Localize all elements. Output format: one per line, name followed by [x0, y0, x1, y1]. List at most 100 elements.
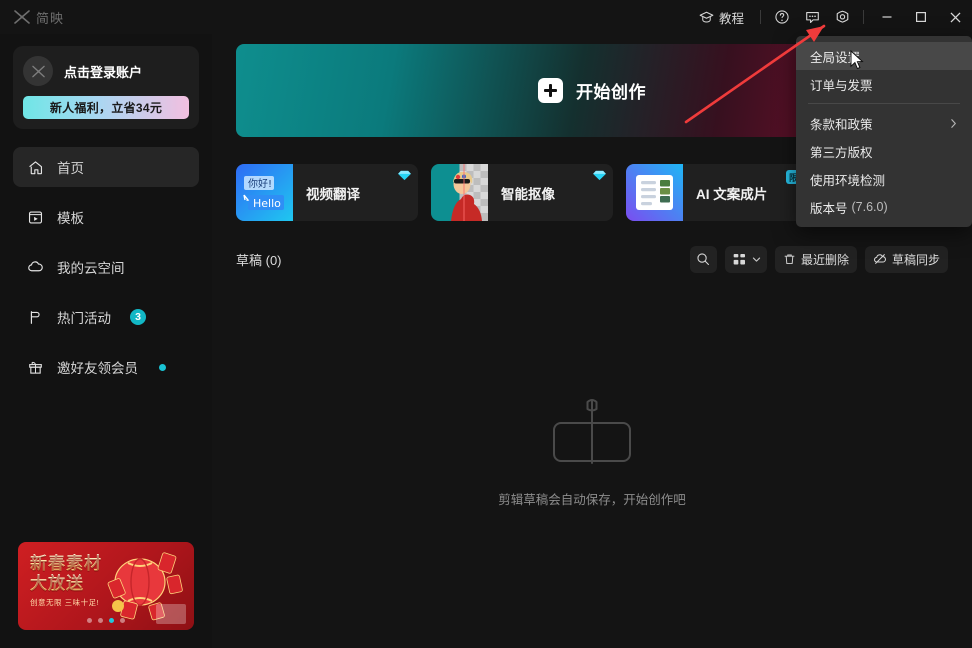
app-title: 简映: [36, 10, 65, 26]
search-button[interactable]: [689, 245, 717, 273]
sidebar-item-label: 热门活动: [57, 311, 111, 326]
graduation-cap-icon: [699, 11, 714, 22]
invite-dot-badge: [159, 363, 166, 371]
menu-item-third-party-copyright[interactable]: 第三方版权: [796, 137, 972, 165]
settings-button[interactable]: [827, 0, 857, 34]
login-label: 点击登录账户: [64, 64, 143, 80]
recently-deleted-label: 最近删除: [800, 252, 849, 267]
jianying-logo-icon: [14, 10, 30, 24]
carousel-dot[interactable]: [87, 618, 92, 623]
sidebar-item-activity[interactable]: 热门活动 3: [13, 297, 199, 337]
feature-cards: 你好! Hello 视频翻译 智能抠像 AI 文案成片 限: [236, 164, 808, 221]
trash-icon: [784, 254, 795, 264]
carousel-dot[interactable]: [120, 618, 125, 623]
sidebar-item-label: 首页: [57, 161, 84, 176]
maximize-button[interactable]: [904, 0, 938, 34]
search-icon: [697, 253, 710, 265]
draft-sync-label: 草稿同步: [891, 252, 940, 267]
promo-subtitle: 创意无限 三味十足!: [30, 598, 100, 607]
titlebar-divider-2: [863, 10, 864, 24]
template-icon: [27, 209, 44, 226]
feature-card-label: 智能抠像: [501, 186, 555, 202]
menu-item-global-settings[interactable]: 全局设置: [796, 42, 972, 70]
titlebar-actions: 教程: [689, 0, 972, 34]
feature-card-ai-script[interactable]: AI 文案成片 限: [626, 164, 808, 221]
promo-title: 新春素材 大放送: [30, 554, 102, 594]
minimize-icon: [882, 16, 892, 18]
lantern-art-icon: [107, 552, 186, 624]
feature-card-video-translate[interactable]: 你好! Hello 视频翻译: [236, 164, 418, 221]
sidebar: 点击登录账户 新人福利，立省34元 首页 模板 我的云空间 热门活动 3 邀好友…: [0, 34, 212, 648]
sidebar-item-label: 模板: [57, 211, 84, 226]
sidebar-item-template[interactable]: 模板: [13, 197, 199, 237]
menu-item-label: 第三方版权: [810, 145, 873, 160]
sidebar-item-invite[interactable]: 邀好友领会员: [13, 347, 199, 387]
menu-item-orders-invoices[interactable]: 订单与发票: [796, 70, 972, 98]
drafts-toolbar: 草稿 (0) 最近删除 草稿同步: [236, 245, 948, 273]
sidebar-item-home[interactable]: 首页: [13, 147, 199, 187]
help-button[interactable]: [767, 0, 797, 34]
drafts-actions: 最近删除 草稿同步: [689, 245, 948, 273]
feature-card-label: 视频翻译: [306, 186, 360, 202]
hello-translate-thumb: 你好! Hello: [236, 164, 293, 221]
carousel-dot-active[interactable]: [109, 618, 114, 623]
feedback-button[interactable]: [797, 0, 827, 34]
flag-icon: [27, 309, 44, 326]
start-creating-cta[interactable]: 开始创作: [538, 78, 646, 103]
close-button[interactable]: [938, 0, 972, 34]
promo-title-line2: 大放送: [30, 574, 102, 594]
svg-text:Hello: Hello: [253, 197, 281, 210]
ai-script-thumb: [626, 164, 683, 221]
menu-item-version[interactable]: 版本号 (7.6.0): [796, 193, 972, 221]
menu-item-environment-check[interactable]: 使用环境检测: [796, 165, 972, 193]
chevron-right-icon: [951, 118, 956, 128]
recently-deleted-button[interactable]: 最近删除: [774, 245, 857, 273]
avatar: [23, 56, 53, 86]
maximize-icon: [916, 12, 927, 23]
menu-item-terms-policy[interactable]: 条款和政策: [796, 109, 972, 137]
svg-text:你好!: 你好!: [248, 177, 272, 190]
default-avatar-icon: [31, 65, 45, 77]
activity-badge: 3: [130, 309, 146, 325]
menu-item-label: 订单与发票: [810, 78, 873, 93]
close-icon: [949, 11, 961, 23]
plus-icon: [538, 78, 563, 103]
minimize-button[interactable]: [870, 0, 904, 34]
vip-diamond-icon: [593, 170, 606, 181]
cloud-icon: [27, 259, 44, 276]
start-creating-label: 开始创作: [576, 83, 646, 102]
feature-card-label: AI 文案成片: [696, 186, 768, 202]
drafts-empty-state: 剪辑草稿会自动保存，开始创作吧: [236, 300, 948, 600]
vip-diamond-icon: [398, 170, 411, 181]
sidebar-item-label: 邀好友领会员: [57, 361, 138, 376]
account-row: 点击登录账户: [23, 56, 189, 86]
tutorial-button[interactable]: 教程: [689, 0, 754, 34]
app-window: 简映 教程 点击登录账户 新人福利，立省34元 首页 模板 我的云空间 热门活动…: [0, 0, 972, 648]
grid-view-icon: [733, 253, 745, 264]
draft-sync-button[interactable]: 草稿同步: [864, 245, 948, 273]
mouse-pointer-icon: [850, 50, 864, 70]
tutorial-label: 教程: [718, 11, 744, 26]
gift-icon: [27, 359, 44, 376]
feature-card-smart-cutout[interactable]: 智能抠像: [431, 164, 613, 221]
sidebar-item-label: 我的云空间: [57, 261, 125, 276]
view-mode-button[interactable]: [724, 245, 767, 273]
sidebar-item-cloud[interactable]: 我的云空间: [13, 247, 199, 287]
empty-state-text: 剪辑草稿会自动保存，开始创作吧: [498, 492, 686, 507]
new-user-promo-button[interactable]: 新人福利，立省34元: [23, 96, 189, 119]
portrait-cutout-thumb: [431, 164, 488, 221]
settings-dropdown-menu: 全局设置 订单与发票 条款和政策 第三方版权 使用环境检测 版本号 (7.6.0…: [796, 36, 972, 227]
titlebar-divider-1: [760, 10, 761, 24]
menu-item-label: 使用环境检测: [810, 173, 886, 188]
promo-title-line1: 新春素材: [30, 554, 102, 573]
version-number: (7.6.0): [851, 200, 888, 214]
account-card[interactable]: 点击登录账户 新人福利，立省34元: [13, 46, 199, 129]
drafts-title: 草稿 (0): [236, 252, 282, 268]
cloud-sync-icon: [874, 254, 886, 264]
chat-bubble-icon: [805, 11, 819, 23]
app-logo: 简映: [0, 8, 64, 27]
chevron-down-icon: [752, 256, 761, 262]
carousel-dot[interactable]: [98, 618, 103, 623]
spring-promo-banner[interactable]: 新春素材 大放送 创意无限 三味十足!: [18, 542, 194, 630]
title-bar: 简映 教程: [0, 0, 972, 34]
